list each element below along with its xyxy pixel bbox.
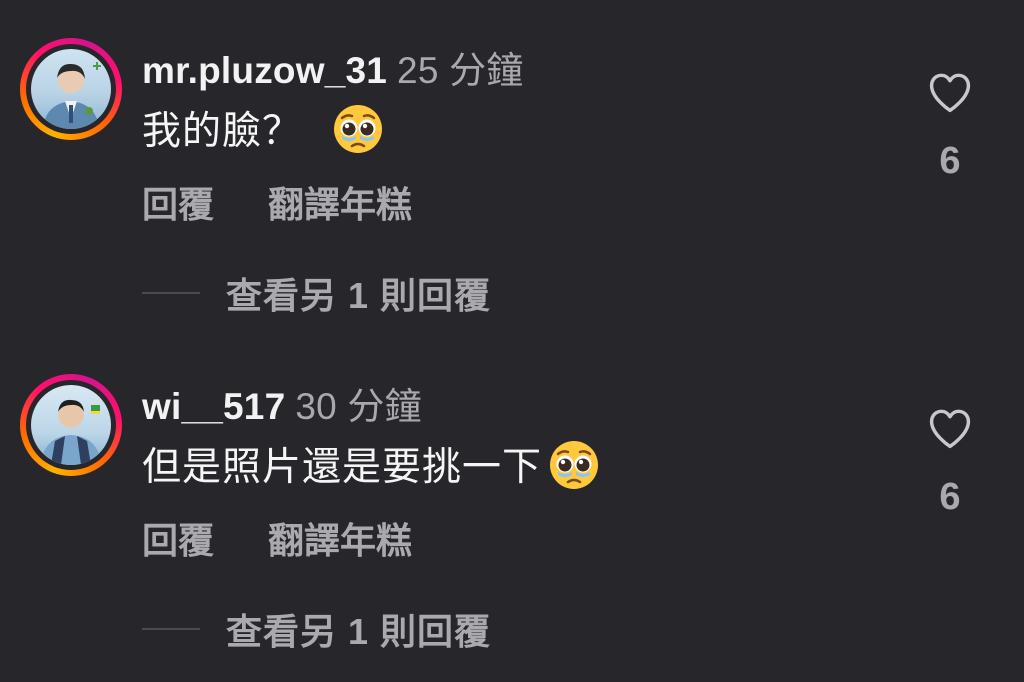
timestamp: 25 分鐘 xyxy=(397,50,524,91)
timestamp: 30 分鐘 xyxy=(295,386,422,427)
reply-button[interactable]: 回覆 xyxy=(142,184,214,225)
pleading-face-emoji-icon xyxy=(548,439,600,501)
avatar[interactable] xyxy=(31,385,111,465)
comment-item: mr.pluzow_31 25 分鐘 我的臉？ 回覆 翻譯年糕 查看另 1 則回… xyxy=(0,0,1024,336)
replies-divider xyxy=(142,292,200,294)
view-replies-label[interactable]: 查看另 1 則回覆 xyxy=(226,603,491,655)
pleading-face-emoji-icon xyxy=(332,103,384,165)
view-replies-label[interactable]: 查看另 1 則回覆 xyxy=(226,267,491,319)
view-replies-button[interactable]: 查看另 1 則回覆 xyxy=(142,271,491,316)
comment-item: wi__517 30 分鐘 但是照片還是要挑一下 回覆 翻譯年糕 查看另 1 則… xyxy=(0,336,1024,672)
heart-icon[interactable] xyxy=(924,66,976,118)
story-ring[interactable] xyxy=(20,374,122,476)
comment-text: 但是照片還是要挑一下 xyxy=(142,446,543,489)
like-count: 6 xyxy=(939,140,961,182)
translate-button[interactable]: 翻譯年糕 xyxy=(268,520,412,561)
reply-button[interactable]: 回覆 xyxy=(142,520,214,561)
username[interactable]: mr.pluzow_31 xyxy=(142,50,387,91)
story-ring[interactable] xyxy=(20,38,122,140)
avatar[interactable] xyxy=(31,49,111,129)
heart-icon[interactable] xyxy=(924,402,976,454)
translate-button[interactable]: 翻譯年糕 xyxy=(268,184,412,225)
like-count: 6 xyxy=(939,476,961,518)
username[interactable]: wi__517 xyxy=(142,386,285,427)
comment-text: 我的臉？ xyxy=(142,110,303,153)
replies-divider xyxy=(142,628,200,630)
view-replies-button[interactable]: 查看另 1 則回覆 xyxy=(142,607,491,652)
